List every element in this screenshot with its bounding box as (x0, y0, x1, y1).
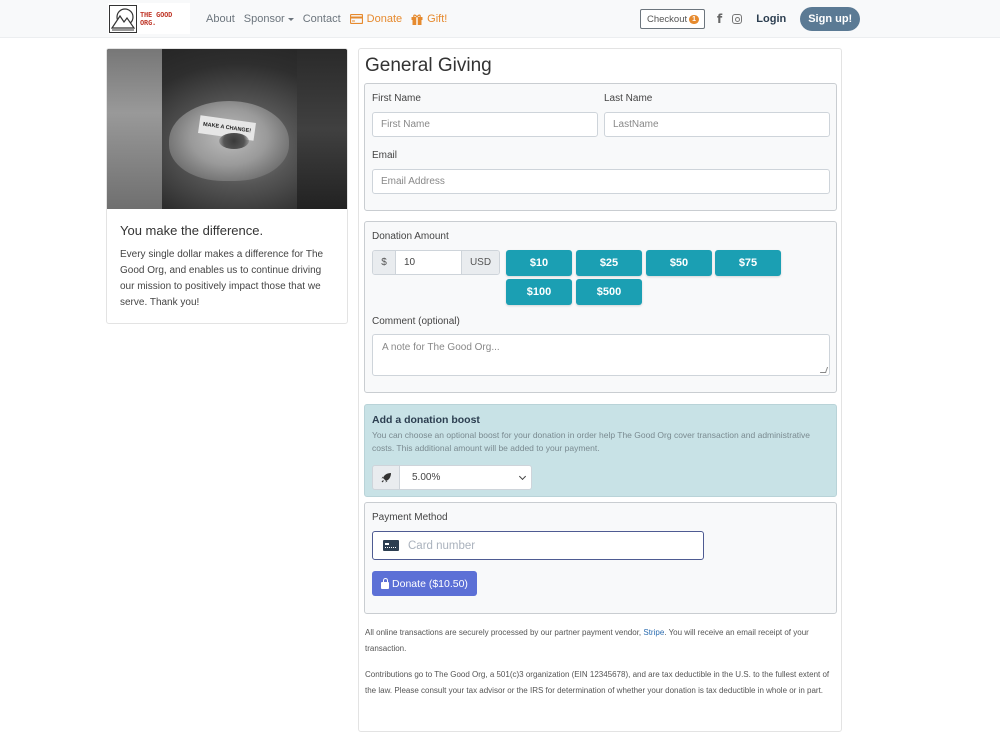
nav-contact[interactable]: Contact (303, 13, 341, 25)
cart-count-badge: 1 (689, 14, 700, 24)
stripe-link[interactable]: Stripe (643, 628, 664, 637)
preset-amount-button[interactable]: $75 (715, 250, 781, 276)
currency-symbol: $ (373, 251, 396, 274)
comment-placeholder: A note for The Good Org... (382, 342, 500, 353)
donate-button-label: Donate ($10.50) (392, 577, 468, 590)
first-name-input[interactable]: First Name (372, 112, 598, 137)
donation-amount-section: Donation Amount $ 10 USD $10 $25 $50 $75… (364, 221, 837, 393)
checkout-button[interactable]: Checkout 1 (640, 9, 706, 29)
info-card-text: Every single dollar makes a difference f… (120, 249, 324, 308)
payment-method-section: Payment Method Card number Donate ($10.5… (364, 502, 837, 614)
checkout-label: Checkout (647, 13, 688, 25)
donate-submit-button[interactable]: Donate ($10.50) (372, 571, 477, 596)
payment-method-label: Payment Method (372, 512, 448, 523)
chevron-down-icon (518, 472, 527, 481)
boost-percentage-select[interactable]: 5.00% (372, 465, 532, 490)
currency-code: USD (461, 251, 499, 274)
boost-value-text: 5.00% (412, 472, 441, 483)
card-number-placeholder: Card number (408, 539, 476, 552)
lock-icon (381, 577, 390, 589)
boost-description: You can choose an optional boost for you… (372, 430, 811, 453)
donation-amount-label: Donation Amount (372, 231, 449, 242)
email-label: Email (372, 150, 398, 161)
last-name-input[interactable]: LastName (604, 112, 830, 137)
preset-amount-button[interactable]: $10 (506, 250, 572, 276)
payment-disclaimer: All online transactions are securely pro… (365, 625, 835, 657)
preset-amount-button[interactable]: $50 (646, 250, 712, 276)
nav-donate-label: Donate (366, 13, 403, 25)
first-name-label: First Name (372, 93, 421, 104)
rocket-icon (373, 466, 400, 489)
email-input[interactable]: Email Address (372, 169, 830, 194)
hero-bg-left (107, 49, 162, 209)
facebook-icon[interactable]: f (717, 12, 722, 26)
comment-label: Comment (optional) (372, 316, 460, 327)
mountain-logo-icon (109, 4, 137, 33)
preset-amount-button[interactable]: $100 (506, 279, 572, 305)
donation-boost-section: Add a donation boost You can choose an o… (364, 404, 837, 497)
page-title: General Giving (365, 55, 492, 76)
nav-donate[interactable]: Donate (349, 13, 403, 25)
boost-title: Add a donation boost (372, 414, 480, 426)
preset-amount-button[interactable]: $500 (576, 279, 642, 305)
card-number-input[interactable]: Card number (372, 531, 704, 560)
boost-selected-value: 5.00% (400, 466, 531, 489)
last-name-label: Last Name (604, 93, 653, 104)
tax-disclaimer: Contributions go to The Good Org, a 501(… (365, 670, 830, 695)
nav-sponsor-label: Sponsor (243, 13, 285, 25)
resize-handle-icon[interactable] (819, 367, 829, 373)
signup-button[interactable]: Sign up! (800, 7, 861, 31)
nav-about[interactable]: About (206, 13, 235, 25)
preset-amount-button[interactable]: $25 (576, 250, 642, 276)
nav-gift-label: Gift! (427, 13, 448, 25)
disclaimer-text-before: All online transactions are securely pro… (365, 628, 644, 637)
navbar: THE GOOD ORG. About Sponsor Contact Dona… (0, 0, 1000, 38)
hero-bg-right (297, 49, 347, 209)
instagram-icon[interactable] (732, 14, 743, 24)
credit-card-icon (349, 14, 363, 24)
login-link[interactable]: Login (756, 13, 786, 25)
amount-input[interactable]: 10 (396, 251, 461, 274)
nav-links: About Sponsor Contact Donate Gift! (206, 0, 456, 38)
info-card-title: You make the difference. (120, 223, 264, 238)
info-card-body: You make the difference. Every single do… (107, 209, 347, 323)
comment-textarea[interactable]: A note for The Good Org... (372, 334, 830, 376)
credit-card-icon (383, 540, 399, 551)
nav-sponsor-dropdown[interactable]: Sponsor (244, 13, 294, 25)
amount-input-group: $ 10 USD (372, 250, 500, 275)
logo-text: THE GOOD ORG. (140, 10, 173, 27)
info-card: MAKE A CHANGE! You make the difference. … (106, 48, 348, 324)
nav-right: Checkout 1 f Login Sign up! (640, 0, 861, 38)
gift-icon (411, 14, 423, 25)
nav-gift[interactable]: Gift! (411, 13, 447, 25)
caret-down-icon (287, 17, 294, 21)
hero-image: MAKE A CHANGE! (107, 49, 347, 209)
donation-form-card: General Giving First Name First Name Las… (358, 48, 842, 732)
logo[interactable]: THE GOOD ORG. (108, 3, 190, 34)
personal-info-section: First Name First Name Last Name LastName… (364, 83, 837, 211)
hero-coins (219, 133, 249, 149)
